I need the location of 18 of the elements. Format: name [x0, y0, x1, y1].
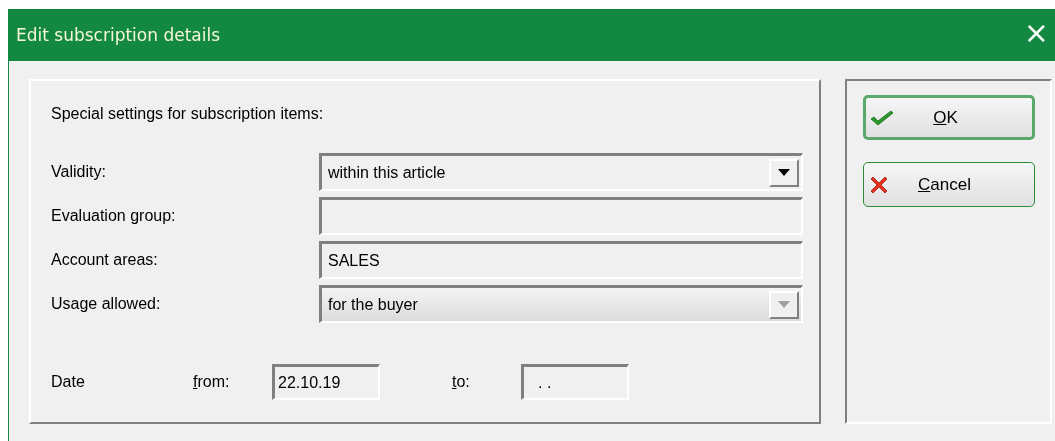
from-label: from:: [193, 373, 231, 391]
ok-button[interactable]: OK: [862, 95, 1035, 140]
field-label: Validity:: [51, 163, 107, 181]
field-label: Account areas:: [51, 251, 159, 269]
dropdown[interactable]: within this article: [319, 153, 803, 191]
checkmark-icon: [869, 109, 894, 126]
date-label: Date: [51, 373, 86, 391]
date-field[interactable]: . .: [521, 364, 629, 400]
section-heading: Special settings for subscription items:: [51, 105, 325, 123]
field-label: Evaluation group:: [51, 207, 177, 225]
close-button[interactable]: ×: [1017, 18, 1055, 52]
input-field[interactable]: SALES: [319, 241, 803, 279]
input-field[interactable]: [319, 197, 803, 235]
field-label: Usage allowed:: [51, 295, 162, 313]
window-title: Edit subscription details: [16, 25, 221, 45]
to-label: to:: [452, 373, 471, 391]
cancel-button[interactable]: Cancel: [862, 162, 1035, 207]
date-field[interactable]: 22.10.19: [272, 364, 380, 400]
